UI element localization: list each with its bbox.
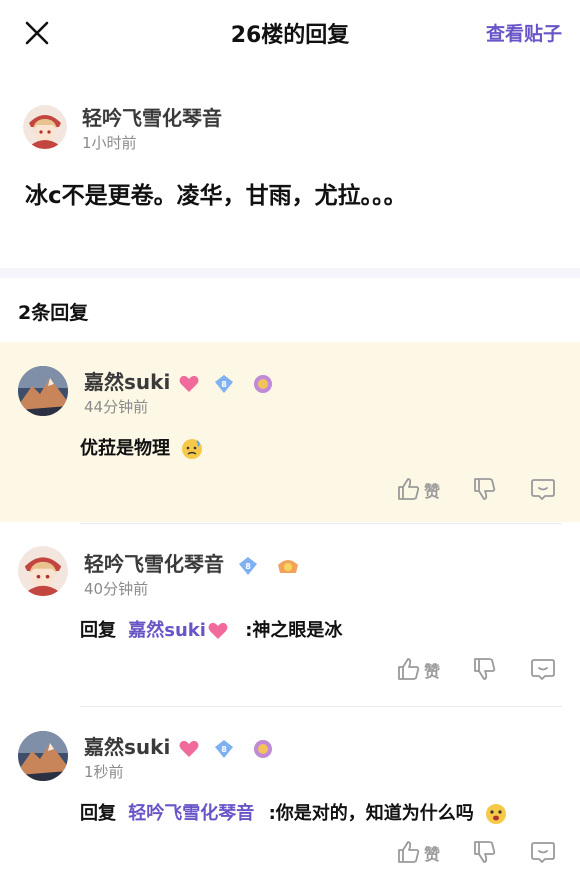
reply-item: 轻吟飞雪化琴音 8 40分钟前 回复 嘉然suki :神之眼是冰 赞	[0, 524, 580, 706]
reply-author[interactable]: 轻吟飞雪化琴音	[84, 552, 224, 576]
reply-text: 回复 嘉然suki :神之眼是冰	[80, 620, 343, 641]
reply-actions: 赞	[396, 656, 566, 686]
comment-button[interactable]	[530, 656, 556, 686]
post-author[interactable]: 轻吟飞雪化琴音	[82, 102, 222, 131]
medal-icon	[277, 559, 298, 573]
thumbs-up-icon	[398, 658, 420, 680]
reply-time: 44分钟前	[84, 398, 149, 416]
reply-text: 优菈是物理	[80, 434, 204, 461]
reply-time: 40分钟前	[84, 580, 149, 598]
svg-text:8: 8	[245, 562, 251, 571]
svg-text:8: 8	[221, 745, 227, 754]
heart-icon	[179, 740, 199, 757]
emoji-icon	[182, 439, 203, 459]
dislike-button[interactable]	[472, 839, 498, 869]
post-time: 1小时前	[82, 134, 137, 152]
level-badge-icon: 8	[238, 556, 257, 575]
thumbs-up-icon	[398, 478, 420, 500]
dislike-button[interactable]	[472, 656, 498, 686]
mountain-avatar-icon	[18, 731, 68, 781]
thumbs-down-icon	[474, 478, 496, 500]
avatar[interactable]	[18, 546, 68, 596]
top-bar: 26楼的回复 查看贴子	[0, 0, 580, 66]
reply-actions: 赞	[396, 476, 566, 506]
medal-icon	[254, 739, 273, 758]
reply-actions: 赞	[396, 839, 566, 869]
thumbs-up-icon	[398, 841, 420, 863]
heart-icon	[179, 375, 199, 392]
view-post-link[interactable]: 查看贴子	[486, 19, 562, 46]
level-badge-icon: 8	[215, 739, 234, 758]
emoji-icon	[486, 804, 507, 824]
comment-icon	[531, 479, 555, 500]
mountain-avatar-icon	[18, 366, 68, 416]
reply-item: 嘉然suki 8 44分钟前 优菈是物理 赞	[0, 342, 580, 522]
avatar[interactable]	[23, 105, 67, 149]
svg-text:8: 8	[221, 380, 227, 389]
avatar[interactable]	[18, 731, 68, 781]
comment-icon	[531, 659, 555, 680]
comment-icon	[531, 842, 555, 863]
mention-link[interactable]: 轻吟飞雪化琴音	[128, 803, 254, 824]
reply-author[interactable]: 嘉然suki	[84, 370, 170, 394]
mention-link[interactable]: 嘉然suki	[128, 620, 206, 641]
comment-button[interactable]	[530, 839, 556, 869]
comment-button[interactable]	[530, 476, 556, 506]
like-button[interactable]: 赞	[396, 476, 440, 506]
section-divider	[0, 268, 580, 278]
heart-icon	[208, 622, 228, 639]
klee-avatar-icon	[18, 546, 68, 596]
reply-item: 嘉然suki 8 1秒前 回复 轻吟飞雪化琴音 :你是对的，知道为什么吗 赞	[0, 707, 580, 881]
klee-avatar-icon	[23, 105, 67, 149]
like-button[interactable]: 赞	[396, 656, 440, 686]
avatar[interactable]	[18, 366, 68, 416]
level-badge-icon: 8	[215, 374, 234, 393]
reply-text: 回复 轻吟飞雪化琴音 :你是对的，知道为什么吗	[80, 799, 508, 826]
post-content: 冰c不是更卷。凌华，甘雨，尤拉。。。	[25, 183, 407, 209]
thumbs-down-icon	[474, 658, 496, 680]
dislike-button[interactable]	[472, 476, 498, 506]
medal-icon	[254, 374, 273, 393]
thumbs-down-icon	[474, 841, 496, 863]
reply-author[interactable]: 嘉然suki	[84, 735, 170, 759]
like-button[interactable]: 赞	[396, 839, 440, 869]
reply-time: 1秒前	[84, 763, 124, 781]
reply-count: 2条回复	[18, 302, 89, 324]
